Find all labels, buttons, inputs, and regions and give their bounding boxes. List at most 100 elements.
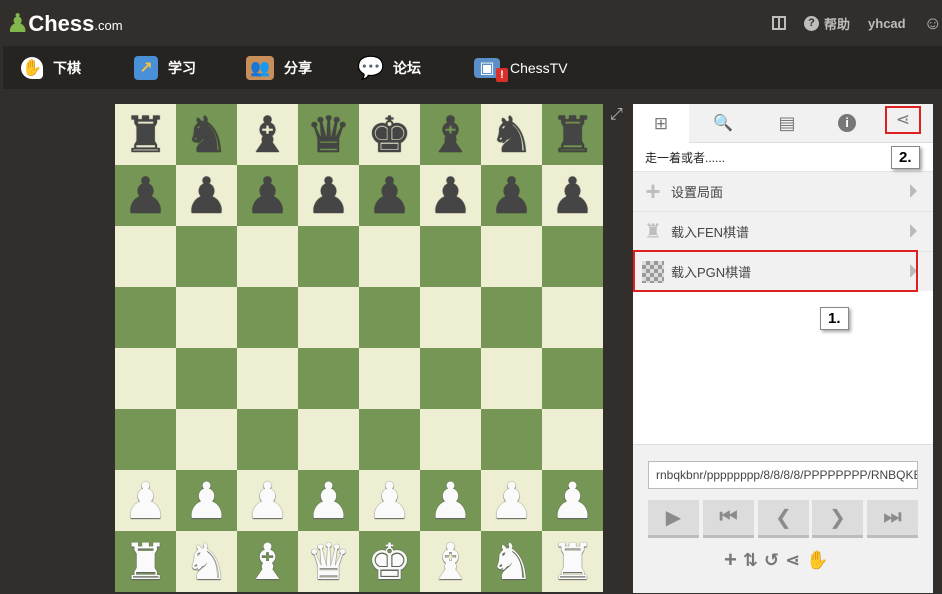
square-f7[interactable]: ♟ (420, 165, 481, 226)
share-small-icon[interactable]: ⋖ (785, 550, 800, 571)
square-d6[interactable] (298, 226, 359, 287)
square-e6[interactable] (359, 226, 420, 287)
square-d8[interactable]: ♛ (298, 104, 359, 165)
last-move-button[interactable]: ⏭ (867, 500, 918, 538)
help-link[interactable]: ? 帮助 (804, 14, 850, 33)
square-c1[interactable]: ♝ (237, 531, 298, 592)
black-rook-icon[interactable]: ♜ (550, 110, 595, 160)
square-f4[interactable] (420, 348, 481, 409)
square-h5[interactable] (542, 287, 603, 348)
square-a6[interactable] (115, 226, 176, 287)
white-knight-icon[interactable]: ♞ (184, 537, 229, 587)
square-a5[interactable] (115, 287, 176, 348)
black-rook-icon[interactable]: ♜ (123, 110, 168, 160)
square-c7[interactable]: ♟ (237, 165, 298, 226)
square-g6[interactable] (481, 226, 542, 287)
black-pawn-icon[interactable]: ♟ (428, 171, 473, 221)
square-b2[interactable]: ♟ (176, 470, 237, 531)
black-bishop-icon[interactable]: ♝ (428, 110, 473, 160)
square-h1[interactable]: ♜ (542, 531, 603, 592)
white-rook-icon[interactable]: ♜ (550, 537, 595, 587)
white-pawn-icon[interactable]: ♟ (184, 476, 229, 526)
white-bishop-icon[interactable]: ♝ (428, 537, 473, 587)
square-g3[interactable] (481, 409, 542, 470)
square-g8[interactable]: ♞ (481, 104, 542, 165)
expand-board-icon[interactable]: ⤢ (610, 106, 623, 124)
square-d4[interactable] (298, 348, 359, 409)
white-pawn-icon[interactable]: ♟ (306, 476, 351, 526)
square-f5[interactable] (420, 287, 481, 348)
black-pawn-icon[interactable]: ♟ (367, 171, 412, 221)
next-move-button[interactable]: ❯ (812, 500, 863, 538)
square-h4[interactable] (542, 348, 603, 409)
square-e4[interactable] (359, 348, 420, 409)
white-knight-icon[interactable]: ♞ (489, 537, 534, 587)
square-h3[interactable] (542, 409, 603, 470)
black-pawn-icon[interactable]: ♟ (245, 171, 290, 221)
square-d2[interactable]: ♟ (298, 470, 359, 531)
square-h8[interactable]: ♜ (542, 104, 603, 165)
setup-position-row[interactable]: + 设置局面 (633, 171, 933, 211)
square-b6[interactable] (176, 226, 237, 287)
first-move-button[interactable]: ⏮ (703, 500, 754, 538)
layout-toggle-button[interactable] (772, 16, 787, 30)
square-a1[interactable]: ♜ (115, 531, 176, 592)
white-pawn-icon[interactable]: ♟ (123, 476, 168, 526)
square-g1[interactable]: ♞ (481, 531, 542, 592)
tab-info[interactable]: i (819, 104, 875, 142)
black-pawn-icon[interactable]: ♟ (184, 171, 229, 221)
black-pawn-icon[interactable]: ♟ (306, 171, 351, 221)
nav-item-share[interactable]: 👥 分享 (246, 46, 312, 89)
square-c5[interactable] (237, 287, 298, 348)
play-button[interactable]: ▶ (648, 500, 699, 538)
nav-item-play[interactable]: ✋ 下棋 (21, 46, 81, 89)
tab-explorer[interactable]: 🔍 (695, 104, 751, 142)
black-knight-icon[interactable]: ♞ (184, 110, 229, 160)
square-a3[interactable] (115, 409, 176, 470)
square-g7[interactable]: ♟ (481, 165, 542, 226)
square-c2[interactable]: ♟ (237, 470, 298, 531)
black-pawn-icon[interactable]: ♟ (123, 171, 168, 221)
square-e7[interactable]: ♟ (359, 165, 420, 226)
black-king-icon[interactable]: ♚ (367, 110, 412, 160)
reset-icon[interactable]: ↺ (764, 550, 779, 571)
square-f8[interactable]: ♝ (420, 104, 481, 165)
square-e8[interactable]: ♚ (359, 104, 420, 165)
square-f6[interactable] (420, 226, 481, 287)
square-d1[interactable]: ♛ (298, 531, 359, 592)
white-king-icon[interactable]: ♚ (367, 537, 412, 587)
square-f1[interactable]: ♝ (420, 531, 481, 592)
square-c8[interactable]: ♝ (237, 104, 298, 165)
square-c3[interactable] (237, 409, 298, 470)
square-h6[interactable] (542, 226, 603, 287)
square-e2[interactable]: ♟ (359, 470, 420, 531)
white-rook-icon[interactable]: ♜ (123, 537, 168, 587)
square-b4[interactable] (176, 348, 237, 409)
tab-analysis[interactable]: ⊞ (633, 104, 689, 143)
square-g5[interactable] (481, 287, 542, 348)
play-vs-computer-icon[interactable]: ✋ (806, 550, 828, 571)
square-a4[interactable] (115, 348, 176, 409)
nav-item-chesstv[interactable]: ▣! ChessTV (474, 46, 568, 89)
white-pawn-icon[interactable]: ♟ (550, 476, 595, 526)
black-knight-icon[interactable]: ♞ (489, 110, 534, 160)
square-d7[interactable]: ♟ (298, 165, 359, 226)
square-a8[interactable]: ♜ (115, 104, 176, 165)
chess-board[interactable]: ♜ ♞ ♝ ♛ ♚ ♝ ♞ ♜ ♟ ♟ ♟ ♟ ♟ ♟ ♟ ♟ ♟ ♟ ♟ ♟ ♟ ♟ ♟ ♟ ♜ ♞ ♝ ♛ ♚ ♝ ♞ ♜ (115, 104, 603, 592)
square-d3[interactable] (298, 409, 359, 470)
square-h2[interactable]: ♟ (542, 470, 603, 531)
square-b8[interactable]: ♞ (176, 104, 237, 165)
square-b1[interactable]: ♞ (176, 531, 237, 592)
square-e3[interactable] (359, 409, 420, 470)
square-e5[interactable] (359, 287, 420, 348)
square-f3[interactable] (420, 409, 481, 470)
square-e1[interactable]: ♚ (359, 531, 420, 592)
nav-item-learn[interactable]: ↗ 学习 (134, 46, 196, 89)
square-d5[interactable] (298, 287, 359, 348)
load-fen-row[interactable]: ♜ 载入FEN棋谱 (633, 211, 933, 251)
chess-com-logo[interactable]: ♟ Chess .com (6, 6, 123, 38)
square-g2[interactable]: ♟ (481, 470, 542, 531)
white-pawn-icon[interactable]: ♟ (245, 476, 290, 526)
fen-field[interactable]: rnbqkbnr/pppppppp/8/8/8/8/PPPPPPPP/RNBQK… (648, 461, 918, 489)
square-a7[interactable]: ♟ (115, 165, 176, 226)
